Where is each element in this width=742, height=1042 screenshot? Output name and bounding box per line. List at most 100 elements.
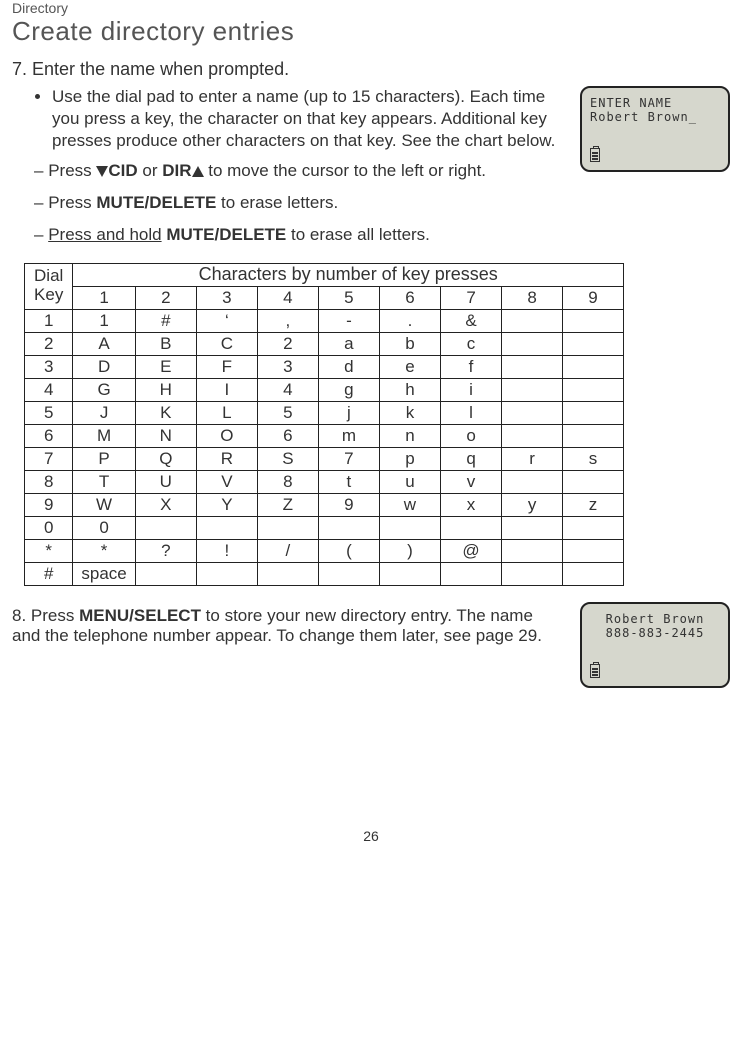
table-cell: E: [135, 355, 196, 378]
table-cell: [135, 562, 196, 585]
step-7-heading: 7. Enter the name when prompted.: [12, 59, 730, 80]
table-row: 7PQRS7pqrs: [25, 447, 624, 470]
step-7-dash-1: – Press CID or DIR to move the cursor to…: [34, 160, 560, 182]
table-cell: L: [196, 401, 257, 424]
table-cell: ,: [257, 309, 318, 332]
table-cell: i: [440, 378, 501, 401]
table-row: 9WXYZ9wxyz: [25, 493, 624, 516]
table-cell: a: [318, 332, 379, 355]
table-cell: [502, 378, 563, 401]
table-cell: h: [379, 378, 440, 401]
table-cell: [502, 424, 563, 447]
table-cell-key: 7: [25, 447, 73, 470]
table-cell: V: [196, 470, 257, 493]
table-cell: K: [135, 401, 196, 424]
table-body: 11#‘,-.&2ABC2abc3DEF3def4GHI4ghi5JKL5jkl…: [25, 309, 624, 585]
table-cell: s: [563, 447, 624, 470]
page-title: Create directory entries: [12, 16, 730, 47]
table-cell: b: [379, 332, 440, 355]
lcd-line-2: Robert Brown_: [590, 110, 720, 124]
table-cell: H: [135, 378, 196, 401]
table-row: 4GHI4ghi: [25, 378, 624, 401]
table-cell: [502, 332, 563, 355]
table-cell: l: [440, 401, 501, 424]
table-row: #space: [25, 562, 624, 585]
table-cell: [379, 516, 440, 539]
table-cell: w: [379, 493, 440, 516]
table-cell: D: [73, 355, 135, 378]
table-cell: 8: [257, 470, 318, 493]
table-cell: u: [379, 470, 440, 493]
table-cell: [563, 539, 624, 562]
table-cell: j: [318, 401, 379, 424]
table-cell: ‘: [196, 309, 257, 332]
table-cell: [318, 562, 379, 585]
table-cell: 9: [318, 493, 379, 516]
table-cell: [257, 516, 318, 539]
table-cell-key: 9: [25, 493, 73, 516]
table-col-header: 9: [563, 286, 624, 309]
step-7-dash-2: – Press MUTE/DELETE to erase letters.: [34, 192, 560, 214]
table-cell: P: [73, 447, 135, 470]
table-cell: 2: [257, 332, 318, 355]
table-row: 11#‘,-.&: [25, 309, 624, 332]
table-cell: [563, 355, 624, 378]
table-cell: #: [135, 309, 196, 332]
lcd-line-2: 888-883-2445: [590, 626, 720, 640]
step-7-text: Enter the name when prompted.: [32, 59, 289, 79]
table-cell: [318, 516, 379, 539]
table-cell: W: [73, 493, 135, 516]
cid-key-label: CID: [108, 161, 137, 180]
table-row: 3DEF3def: [25, 355, 624, 378]
table-cell: N: [135, 424, 196, 447]
table-cell: o: [440, 424, 501, 447]
table-cell-key: #: [25, 562, 73, 585]
table-cell: F: [196, 355, 257, 378]
lcd-screen-enter-name: ENTER NAME Robert Brown_: [580, 86, 730, 172]
table-cell: [563, 424, 624, 447]
table-col-header: 8: [502, 286, 563, 309]
mute-delete-key-label: MUTE/DELETE: [96, 193, 216, 212]
table-row: 2ABC2abc: [25, 332, 624, 355]
table-col-header: 4: [257, 286, 318, 309]
table-cell: c: [440, 332, 501, 355]
table-cell: 6: [257, 424, 318, 447]
table-cell-key: 5: [25, 401, 73, 424]
table-header-dial-key: Dial Key: [25, 263, 73, 309]
triangle-down-icon: [96, 166, 108, 177]
table-cell: [563, 378, 624, 401]
table-cell: [563, 401, 624, 424]
text-span: Press and hold: [48, 225, 161, 244]
table-cell: f: [440, 355, 501, 378]
text-span: Press: [31, 606, 79, 625]
table-cell: [502, 562, 563, 585]
step-7-num: 7.: [12, 59, 27, 79]
page-number: 26: [12, 828, 730, 844]
table-header-row: 123456789: [25, 286, 624, 309]
table-cell: B: [135, 332, 196, 355]
lcd-screen-saved-entry: Robert Brown 888-883-2445: [580, 602, 730, 688]
table-cell: e: [379, 355, 440, 378]
table-row: 00: [25, 516, 624, 539]
table-col-header: 2: [135, 286, 196, 309]
table-cell-key: 0: [25, 516, 73, 539]
table-cell: [257, 562, 318, 585]
table-col-header: 3: [196, 286, 257, 309]
step-7-bullet: Use the dial pad to enter a name (up to …: [52, 86, 560, 152]
text-span: to move the cursor to the left or right.: [204, 161, 487, 180]
table-cell: [135, 516, 196, 539]
table-cell: space: [73, 562, 135, 585]
table-col-header: 5: [318, 286, 379, 309]
breadcrumb: Directory: [12, 0, 730, 16]
table-cell: M: [73, 424, 135, 447]
table-cell: R: [196, 447, 257, 470]
text-span: Press: [48, 161, 96, 180]
table-cell: 0: [73, 516, 135, 539]
table-cell: q: [440, 447, 501, 470]
table-cell: S: [257, 447, 318, 470]
table-cell: m: [318, 424, 379, 447]
table-cell: [502, 470, 563, 493]
table-cell: [502, 401, 563, 424]
table-cell: k: [379, 401, 440, 424]
table-cell: r: [502, 447, 563, 470]
